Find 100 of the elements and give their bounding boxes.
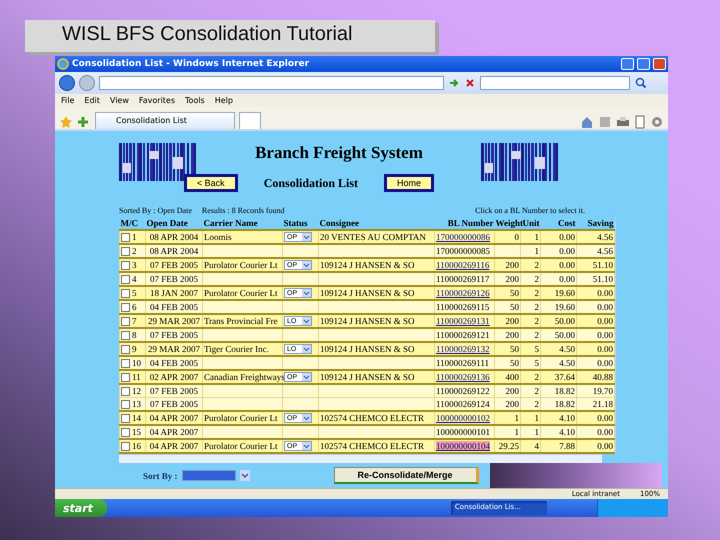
checkbox[interactable]	[121, 289, 130, 298]
menu-item[interactable]: View	[110, 96, 129, 105]
maximize-button[interactable]	[637, 58, 650, 70]
column-header: Carrier Name	[202, 217, 282, 230]
checkbox[interactable]	[121, 261, 130, 270]
checkbox[interactable]	[121, 387, 130, 396]
close-button[interactable]	[653, 58, 666, 70]
table-cell: Purolator Courier Lt	[202, 286, 282, 300]
table-cell: 04 APR 2007	[146, 411, 202, 425]
page-icon[interactable]	[634, 115, 646, 129]
table-cell: 2	[520, 286, 540, 300]
table-cell: Canadian Freightways	[202, 370, 282, 384]
menu-item[interactable]: File	[61, 96, 74, 105]
browser-icon	[57, 58, 69, 70]
table-cell: 50	[494, 286, 520, 300]
column-header: M/C	[120, 217, 146, 230]
search-field[interactable]	[480, 76, 630, 90]
table-cell: 2	[520, 314, 540, 328]
favorites-star-icon[interactable]	[59, 115, 73, 129]
dropdown-arrow-icon	[302, 317, 311, 326]
table-cell: 110000269124	[436, 399, 490, 409]
page-heading: Branch Freight System	[255, 143, 423, 163]
table-cell: 4	[520, 439, 540, 453]
checkbox[interactable]	[121, 317, 130, 326]
table-cell: Loomis	[202, 230, 282, 244]
checkbox[interactable]	[121, 247, 130, 256]
home-button[interactable]: Home	[384, 174, 434, 192]
row-number: 7	[132, 316, 136, 326]
table-cell: 02 APR 2007	[146, 370, 202, 384]
print-icon[interactable]	[616, 115, 630, 129]
window-title: Consolidation List - Windows Internet Explorer	[72, 59, 310, 69]
row-number: 11	[132, 372, 141, 382]
row-number: 13	[132, 398, 141, 409]
table-cell: 4.50	[540, 342, 576, 356]
table-cell: 110000269111	[436, 358, 489, 368]
sort-info: Sorted By : Open Date	[119, 206, 192, 215]
table-cell: 50	[494, 342, 520, 356]
dropdown-arrow-icon	[302, 442, 311, 450]
column-header: Status	[282, 217, 318, 230]
table-cell: Purolator Courier Lt	[202, 258, 282, 272]
checkbox[interactable]	[121, 275, 130, 284]
column-header: Weight	[494, 217, 520, 230]
horizontal-scrollbar[interactable]	[119, 454, 602, 463]
table-cell: 20 VENTES AU COMPTAN	[318, 230, 434, 244]
row-number: 2	[132, 246, 136, 256]
dropdown-arrow-icon	[302, 289, 311, 298]
slide-title: WISL BFS Consolidation Tutorial	[25, 20, 435, 52]
table-cell: 29 MAR 2007	[146, 342, 202, 356]
checkbox[interactable]	[121, 442, 130, 452]
table-cell: 0	[494, 230, 520, 244]
dropdown-arrow-icon	[302, 414, 311, 422]
table-cell: 100000000101	[436, 427, 490, 437]
column-header: Open Date	[146, 217, 202, 230]
checkbox[interactable]	[121, 359, 130, 368]
merge-button[interactable]: Re-Consolidate/Merge	[334, 467, 478, 484]
checkbox[interactable]	[121, 331, 130, 340]
back-button[interactable]	[59, 75, 75, 91]
table-cell: 4.10	[540, 411, 576, 425]
table-cell: 37.64	[540, 370, 576, 384]
back-button[interactable]: < Back	[184, 174, 238, 192]
table-cell: 0.00	[540, 230, 576, 244]
checkbox[interactable]	[121, 373, 130, 382]
menu-item[interactable]: Help	[214, 96, 233, 105]
stop-icon[interactable]	[464, 77, 476, 89]
instruction-text: Click on a BL Number to select it.	[475, 206, 585, 215]
table-cell: 7.88	[540, 439, 576, 453]
table-cell: 0.00	[540, 258, 576, 272]
address-field[interactable]	[99, 76, 444, 90]
table-cell: 29 MAR 2007	[146, 314, 202, 328]
checkbox[interactable]	[121, 345, 130, 354]
add-favorite-icon[interactable]	[77, 115, 91, 129]
table-cell: 29.25	[494, 439, 520, 453]
table-cell: 200	[494, 258, 520, 272]
checkbox[interactable]	[121, 400, 130, 410]
row-number: 3	[132, 260, 136, 270]
checkbox[interactable]	[121, 303, 130, 312]
table-cell: 0.00	[576, 342, 614, 356]
menu-item[interactable]: Favorites	[138, 96, 176, 105]
table-cell: 04 APR 2007	[146, 439, 202, 453]
sort-label: Sort By :	[143, 470, 178, 480]
search-icon[interactable]	[634, 77, 648, 89]
row-number: 9	[132, 344, 136, 354]
minimize-button[interactable]	[621, 58, 634, 70]
table-cell: 19.70	[576, 384, 614, 398]
home-icon[interactable]	[580, 115, 594, 129]
table-cell: 1	[520, 230, 540, 244]
table-cell: 102574 CHEMCO ELECTR	[318, 411, 434, 425]
dropdown-arrow-icon	[302, 373, 311, 382]
vertical-scrollbar[interactable]	[615, 217, 616, 454]
checkbox[interactable]	[121, 428, 130, 438]
bl-number-link[interactable]: 100000000104	[436, 441, 490, 451]
browser-tab[interactable]: Consolidation List	[95, 112, 235, 129]
menu-item[interactable]: Edit	[84, 96, 100, 105]
refresh-icon[interactable]	[448, 77, 460, 89]
checkbox[interactable]	[121, 414, 130, 424]
checkbox[interactable]	[121, 233, 130, 242]
menu-item[interactable]: Tools	[185, 96, 205, 105]
table-cell: 51.10	[576, 258, 614, 272]
table-cell: 0.00	[576, 286, 614, 300]
dropdown-arrow-icon[interactable]	[240, 470, 250, 481]
